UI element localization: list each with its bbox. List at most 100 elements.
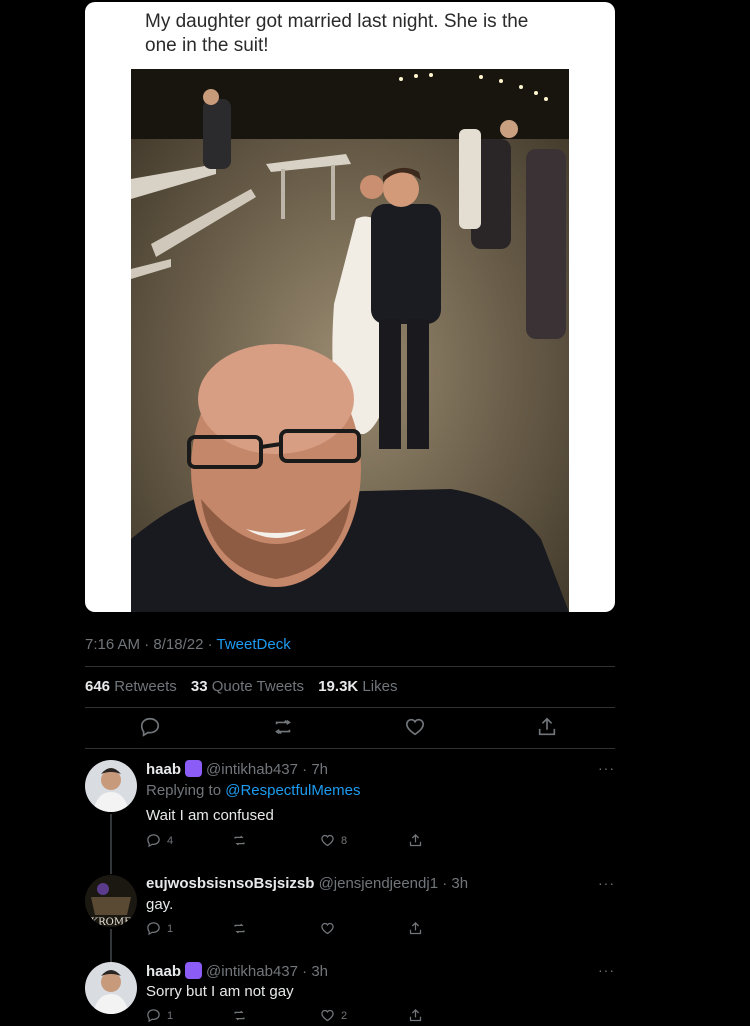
dot-separator: · — [297, 963, 312, 980]
display-name[interactable]: haab — [146, 761, 181, 778]
share-button[interactable] — [536, 716, 560, 740]
like-button[interactable] — [404, 716, 428, 740]
replying-to-label: Replying to — [146, 782, 222, 799]
reply-icon — [147, 1009, 160, 1023]
share-icon — [409, 833, 422, 847]
tweet-date[interactable]: 8/18/22 — [153, 636, 203, 653]
quote-tweets-count: 33 — [190, 678, 208, 695]
reply-button[interactable]: 1 — [146, 1008, 173, 1023]
reply-icon — [147, 834, 160, 848]
reply-button[interactable]: 1 — [146, 921, 173, 936]
tweet-stats: 646 Retweets 33 Quote Tweets 19.3K Likes — [85, 678, 397, 695]
reply-actions: 1 — [146, 921, 446, 939]
tweet-media-card[interactable]: My daughter got married last night. She … — [85, 2, 615, 612]
reply-header: haab @intikhab437 · 7h — [146, 760, 328, 778]
like-button[interactable]: 2 — [320, 1008, 347, 1023]
screenshot-caption: My daughter got married last night. She … — [145, 11, 529, 56]
like-count: 8 — [341, 834, 348, 847]
retweet-icon — [234, 835, 245, 846]
reply-text: Wait I am confused — [146, 807, 274, 824]
user-handle[interactable]: @intikhab437 — [206, 963, 298, 980]
reply-time[interactable]: 7h — [311, 761, 328, 778]
share-icon — [538, 717, 556, 736]
divider — [85, 748, 615, 749]
reply-count: 1 — [167, 1009, 174, 1022]
replying-to: Replying to @RespectfulMemes — [146, 782, 361, 799]
share-icon — [409, 1008, 422, 1022]
reply-header: eujwosbsisnsoBsjsizsb @jensjendjeendj1 ·… — [146, 875, 468, 892]
verified-badge-icon — [185, 760, 203, 777]
reply-time[interactable]: 3h — [451, 875, 468, 892]
retweets-label: Retweets — [114, 678, 177, 695]
reply-icon — [140, 717, 160, 737]
replying-to-link[interactable]: @RespectfulMemes — [225, 782, 360, 799]
reply-item[interactable]: haab @intikhab437 · 3h ··· Sorry but I am… — [85, 962, 615, 1023]
reply-item[interactable]: haab @intikhab437 · 7h ··· Replying to @R… — [85, 760, 615, 874]
tweet-source-link[interactable]: TweetDeck — [217, 636, 291, 653]
share-button[interactable] — [408, 1008, 423, 1023]
verified-badge-icon — [185, 962, 203, 979]
reply-time[interactable]: 3h — [311, 963, 328, 980]
avatar-image — [85, 760, 137, 812]
share-button[interactable] — [408, 921, 423, 936]
reply-text: gay. — [146, 896, 174, 913]
quote-tweets-stat[interactable]: 33 Quote Tweets — [191, 678, 304, 695]
more-options-icon[interactable]: ··· — [598, 875, 615, 891]
wedding-photo-illustration — [131, 69, 569, 612]
avatar-image: KROME — [85, 875, 137, 927]
heart-icon — [321, 922, 334, 935]
retweet-button[interactable] — [272, 716, 296, 740]
avatar-image — [85, 962, 137, 1014]
reply-icon — [147, 922, 160, 936]
divider — [85, 666, 615, 667]
share-button[interactable] — [408, 833, 423, 848]
retweet-icon — [234, 923, 245, 934]
wedding-photo[interactable] — [131, 69, 569, 612]
retweet-button[interactable] — [232, 921, 247, 936]
share-icon — [409, 921, 422, 935]
tweet-time[interactable]: 7:16 AM — [85, 636, 140, 653]
reply-text: Sorry but I am not gay — [146, 983, 294, 1000]
like-count: 2 — [341, 1009, 348, 1022]
likes-label: Likes — [362, 678, 398, 695]
display-name[interactable]: eujwosbsisnsoBsjsizsb — [146, 875, 314, 892]
avatar-krome-text: KROME — [91, 917, 132, 927]
tweet-timestamp: 7:16 AM · 8/18/22 · TweetDeck — [85, 636, 291, 653]
heart-icon — [321, 1009, 334, 1022]
retweet-icon — [275, 719, 291, 735]
like-button[interactable] — [320, 921, 335, 936]
heart-icon — [406, 718, 424, 736]
reply-count: 4 — [167, 834, 174, 847]
more-options-icon[interactable]: ··· — [598, 760, 615, 776]
more-options-icon[interactable]: ··· — [598, 962, 615, 978]
divider — [85, 707, 615, 708]
user-handle[interactable]: @intikhab437 — [206, 761, 298, 778]
retweet-icon — [234, 1010, 245, 1021]
avatar[interactable] — [85, 760, 137, 812]
likes-stat[interactable]: 19.3K Likes — [318, 678, 397, 695]
likes-count: 19.3K — [318, 678, 359, 695]
display-name[interactable]: haab — [146, 963, 181, 980]
user-handle[interactable]: @jensjendjeendj1 — [319, 875, 438, 892]
thread-line — [110, 814, 112, 874]
reply-button[interactable]: 4 — [146, 833, 173, 848]
dot-separator: · — [207, 636, 217, 653]
reply-count: 1 — [167, 922, 174, 935]
dot-separator: · — [438, 875, 452, 892]
reply-item[interactable]: KROME eujwosbsisnsoBsjsizsb @jensjendjee… — [85, 875, 615, 963]
quote-tweets-label: Quote Tweets — [211, 678, 305, 695]
avatar[interactable] — [85, 962, 137, 1014]
avatar[interactable]: KROME — [85, 875, 137, 927]
thread-line — [110, 929, 112, 963]
reply-button[interactable] — [139, 716, 163, 740]
retweets-count: 646 — [85, 678, 111, 695]
dot-separator: · — [297, 761, 312, 778]
retweets-stat[interactable]: 646 Retweets — [85, 678, 177, 695]
dot-separator: · — [144, 636, 154, 653]
reply-actions: 4 8 — [146, 833, 446, 851]
like-button[interactable]: 8 — [320, 833, 347, 848]
retweet-button[interactable] — [232, 1008, 247, 1023]
retweet-button[interactable] — [232, 833, 247, 848]
reply-actions: 1 2 — [146, 1008, 446, 1026]
reply-header: haab @intikhab437 · 3h — [146, 962, 328, 980]
